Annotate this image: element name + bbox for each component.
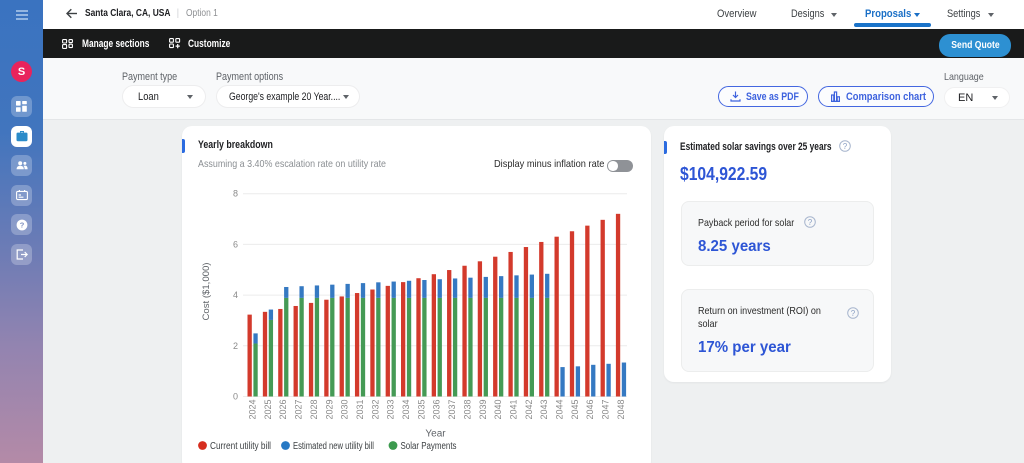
svg-text:2039: 2039 — [478, 400, 488, 420]
svg-text:4: 4 — [233, 290, 238, 300]
svg-text:2042: 2042 — [524, 400, 534, 420]
svg-text:2044: 2044 — [555, 400, 565, 420]
svg-text:Year: Year — [425, 429, 446, 440]
svg-text:2033: 2033 — [386, 400, 396, 420]
svg-text:2025: 2025 — [263, 400, 273, 420]
svg-text:2047: 2047 — [601, 400, 611, 420]
svg-text:2029: 2029 — [324, 400, 334, 420]
svg-text:?: ? — [843, 142, 848, 151]
svg-text:0: 0 — [233, 392, 238, 402]
svg-text:2028: 2028 — [309, 400, 319, 420]
svg-text:Solar Payments: Solar Payments — [401, 441, 457, 452]
svg-text:2032: 2032 — [370, 400, 380, 420]
svg-text:2030: 2030 — [340, 400, 350, 420]
svg-text:2031: 2031 — [355, 400, 365, 420]
svg-text:2043: 2043 — [539, 400, 549, 420]
svg-text:?: ? — [807, 218, 812, 227]
svg-text:2040: 2040 — [493, 400, 503, 420]
svg-text:2026: 2026 — [278, 400, 288, 420]
svg-text:2034: 2034 — [401, 400, 411, 420]
svg-text:2037: 2037 — [447, 400, 457, 420]
svg-text:?: ? — [851, 309, 856, 318]
svg-text:2045: 2045 — [570, 400, 580, 420]
svg-text:2036: 2036 — [432, 400, 442, 420]
svg-text:Current utility bill: Current utility bill — [210, 441, 271, 452]
svg-text:2048: 2048 — [616, 400, 626, 420]
svg-text:Estimated new utility bill: Estimated new utility bill — [293, 441, 374, 452]
svg-text:2027: 2027 — [294, 400, 304, 420]
svg-text:2035: 2035 — [416, 400, 426, 420]
svg-text:2038: 2038 — [462, 400, 472, 420]
svg-text:8: 8 — [233, 189, 238, 199]
svg-text:?: ? — [19, 220, 24, 229]
svg-text:6: 6 — [233, 239, 238, 249]
svg-text:2: 2 — [233, 341, 238, 351]
svg-text:2041: 2041 — [508, 400, 518, 420]
svg-text:2024: 2024 — [248, 400, 258, 420]
svg-text:2046: 2046 — [585, 400, 595, 420]
svg-text:Cost ($1,000): Cost ($1,000) — [201, 263, 212, 321]
